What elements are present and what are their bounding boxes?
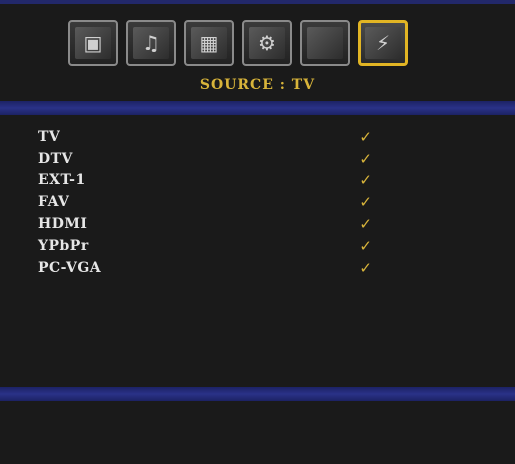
setup-icon: ⚙: [249, 27, 285, 59]
source-item-dtv[interactable]: DTV ✓: [38, 148, 378, 170]
check-icon: ✓: [359, 215, 372, 234]
source-label: HDMI: [38, 216, 88, 233]
check-icon: ✓: [359, 149, 372, 168]
tab-feature[interactable]: ▦: [184, 20, 234, 66]
source-list: TV ✓ DTV ✓ EXT-1 ✓ FAV ✓ HDMI ✓ YPbPr ✓ …: [38, 126, 378, 279]
menu-title: SOURCE : TV: [199, 77, 316, 93]
source-item-pcvga[interactable]: PC-VGA ✓: [38, 257, 378, 279]
tab-picture[interactable]: ▣: [68, 20, 118, 66]
tab-source[interactable]: ⚡: [358, 20, 408, 66]
source-item-ext1[interactable]: EXT-1 ✓: [38, 170, 378, 192]
check-icon: ✓: [359, 171, 372, 190]
source-item-fav[interactable]: FAV ✓: [38, 191, 378, 213]
check-icon: ✓: [359, 258, 372, 277]
top-stripe: [0, 0, 515, 4]
check-icon: ✓: [359, 127, 372, 146]
tab-blank[interactable]: [300, 20, 350, 66]
picture-icon: ▣: [75, 27, 111, 59]
source-label: DTV: [38, 150, 73, 167]
tab-setup[interactable]: ⚙: [242, 20, 292, 66]
feature-icon: ▦: [191, 27, 227, 59]
sound-icon: ♫: [133, 27, 169, 59]
source-item-ypbpr[interactable]: YPbPr ✓: [38, 235, 378, 257]
lower-divider: [0, 387, 515, 401]
upper-divider: [0, 101, 515, 115]
tab-sound[interactable]: ♫: [126, 20, 176, 66]
source-icon: ⚡: [365, 27, 401, 59]
source-label: EXT-1: [38, 172, 86, 189]
source-label: YPbPr: [38, 237, 89, 254]
source-label: TV: [38, 128, 61, 145]
check-icon: ✓: [359, 193, 372, 212]
check-icon: ✓: [359, 236, 372, 255]
source-item-tv[interactable]: TV ✓: [38, 126, 378, 148]
blank-icon: [307, 27, 343, 59]
tv-menu-screen: ▣ ♫ ▦ ⚙ ⚡ SOURCE : TV TV ✓ DTV ✓ EXT-1 ✓…: [0, 0, 515, 464]
source-label: FAV: [38, 194, 70, 211]
menu-tab-bar: ▣ ♫ ▦ ⚙ ⚡: [68, 20, 408, 66]
source-item-hdmi[interactable]: HDMI ✓: [38, 213, 378, 235]
source-label: PC-VGA: [38, 259, 102, 276]
